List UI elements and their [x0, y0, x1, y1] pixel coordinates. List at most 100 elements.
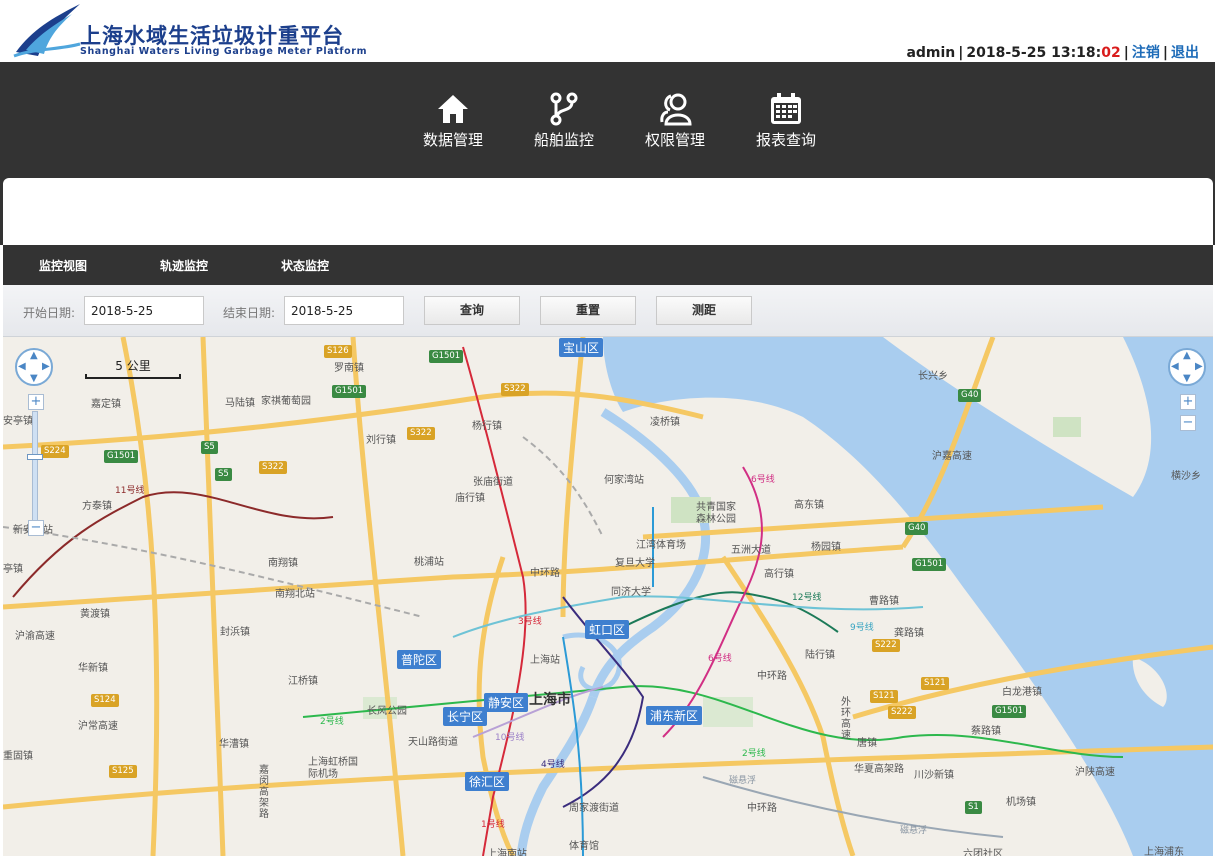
metro-label: 9号线 — [850, 623, 874, 633]
logout-link[interactable]: 注销 — [1132, 45, 1160, 61]
tab-status-monitor[interactable]: 状态监控 — [281, 257, 329, 274]
branch-icon — [550, 92, 578, 126]
district-label: 浦东新区 — [646, 706, 703, 725]
town-label: 家祺葡萄园 — [261, 396, 311, 407]
town-label: 嘉定镇 — [91, 399, 121, 410]
metro-label: 1号线 — [481, 820, 505, 830]
town-label: 亭镇 — [3, 564, 23, 575]
zoom-in-button-right[interactable]: + — [1180, 394, 1196, 410]
nav-ship-monitor[interactable]: 船舶监控 — [519, 92, 609, 152]
district-label: 静安区 — [484, 693, 529, 712]
road-shield: S224 — [41, 445, 69, 458]
road-shield: S322 — [501, 383, 529, 396]
district-label: 宝山区 — [559, 338, 604, 357]
town-label: 安亭镇 — [3, 416, 33, 427]
metro-label: 磁悬浮 — [900, 826, 928, 836]
metro-label: 6号线 — [751, 475, 775, 485]
nav-data-management[interactable]: 数据管理 — [408, 92, 498, 152]
zoom-in-button[interactable]: + — [28, 394, 44, 410]
road-name-label: 沪渝高速 — [15, 631, 55, 642]
search-button[interactable]: 查询 — [424, 296, 520, 325]
road-shield: S121 — [921, 677, 949, 690]
town-label: 体育馆 — [569, 841, 599, 852]
road-shield: G40 — [958, 389, 982, 402]
town-label: 横沙乡 — [1171, 471, 1201, 482]
town-label: 高行镇 — [764, 569, 794, 580]
tab-monitor-view[interactable]: 监控视图 — [39, 257, 87, 274]
town-label: 陆行镇 — [805, 650, 835, 661]
zoom-slider-handle[interactable] — [27, 454, 43, 460]
metro-label: 3号线 — [518, 617, 542, 627]
scale-label: 5 公里 — [115, 359, 151, 373]
map-pan-control-right[interactable]: ▲ ▼ ◀ ▶ — [1168, 348, 1206, 386]
town-label: 复旦大学 — [615, 558, 655, 569]
district-label: 徐汇区 — [465, 772, 510, 791]
town-label: 华漕镇 — [219, 739, 249, 750]
tab-track-monitor[interactable]: 轨迹监控 — [160, 257, 208, 274]
road-shield: G1501 — [429, 350, 464, 363]
town-label: 曹路镇 — [869, 596, 899, 607]
town-label: 方泰镇 — [82, 501, 112, 512]
town-label: 白龙港镇 — [1002, 687, 1042, 698]
zoom-out-button-right[interactable]: − — [1180, 415, 1196, 431]
town-label: 高东镇 — [794, 500, 824, 511]
town-label: 上海浦东 — [1144, 847, 1184, 856]
district-label: 长宁区 — [443, 707, 488, 726]
current-seconds: 02 — [1101, 45, 1121, 61]
town-label: 南翔北站 — [275, 589, 315, 600]
nav-permission[interactable]: 权限管理 — [630, 92, 720, 152]
road-shield: S5 — [201, 441, 218, 454]
road-shield: S322 — [407, 427, 435, 440]
start-date-label: 开始日期: — [23, 306, 76, 320]
road-name-label: 嘉闵高架路 — [259, 765, 269, 820]
measure-distance-button[interactable]: 测距 — [656, 296, 752, 325]
town-label: 同济大学 — [611, 587, 651, 598]
town-label: 桃浦站 — [414, 557, 444, 568]
map-pan-control[interactable]: ▲ ▼ ◀ ▶ — [15, 348, 53, 386]
content-banner — [3, 178, 1213, 245]
road-name-label: 外环高速 — [841, 697, 851, 741]
metro-label: 10号线 — [495, 733, 525, 743]
town-label: 张庙街道 — [473, 477, 513, 488]
metro-label: 4号线 — [541, 760, 565, 770]
nav-report-query[interactable]: 报表查询 — [741, 92, 831, 152]
end-date-input[interactable] — [284, 296, 404, 325]
end-date-label: 结束日期: — [223, 306, 276, 320]
map-view[interactable]: 宝山区 虹口区 普陀区 静安区 长宁区 浦东新区 徐汇区 上海市 罗南镇 马陆镇… — [3, 337, 1213, 856]
brand-subtitle: Shanghai Waters Living Garbage Meter Pla… — [80, 46, 368, 57]
road-name-label: 沪陕高速 — [1075, 767, 1115, 778]
road-shield: G1501 — [332, 385, 367, 398]
reset-button[interactable]: 重置 — [540, 296, 636, 325]
road-shield: S121 — [870, 690, 898, 703]
start-date-input[interactable] — [84, 296, 204, 325]
zoom-slider-track[interactable] — [32, 411, 38, 521]
sub-nav: 监控视图 轨迹监控 状态监控 — [3, 245, 1213, 285]
road-name-label: 华夏高架路 — [854, 764, 904, 775]
nav-label: 船舶监控 — [533, 131, 594, 149]
town-label: 长风公园 — [367, 706, 407, 717]
exit-link[interactable]: 退出 — [1171, 45, 1199, 61]
town-label: 上海南站 — [487, 849, 527, 856]
town-label: 华新镇 — [78, 663, 108, 674]
road-shield: G1501 — [104, 450, 139, 463]
town-label: 长兴乡 — [918, 371, 948, 382]
road-shield: S322 — [259, 461, 287, 474]
town-label: 马陆镇 — [225, 398, 255, 409]
metro-label: 12号线 — [792, 593, 822, 603]
logo — [13, 4, 81, 58]
nav-label: 报表查询 — [755, 131, 816, 149]
road-shield: G1501 — [912, 558, 947, 571]
query-bar: 开始日期: 结束日期: 查询 重置 测距 — [3, 285, 1213, 337]
town-label: 共青国家森林公园 — [696, 502, 736, 525]
town-label: 江湾体育场 — [636, 540, 686, 551]
map-base — [3, 337, 1213, 856]
city-label: 上海市 — [529, 692, 571, 708]
username: admin — [906, 45, 956, 61]
zoom-out-button[interactable]: − — [28, 520, 44, 536]
town-label: 川沙新镇 — [914, 770, 954, 781]
town-label: 庙行镇 — [455, 493, 485, 504]
header: 上海水域生活垃圾计重平台 Shanghai Waters Living Garb… — [0, 0, 1215, 62]
town-label: 上海虹桥国际机场 — [308, 757, 358, 780]
town-label: 南翔镇 — [268, 558, 298, 569]
town-label: 蔡路镇 — [971, 726, 1001, 737]
